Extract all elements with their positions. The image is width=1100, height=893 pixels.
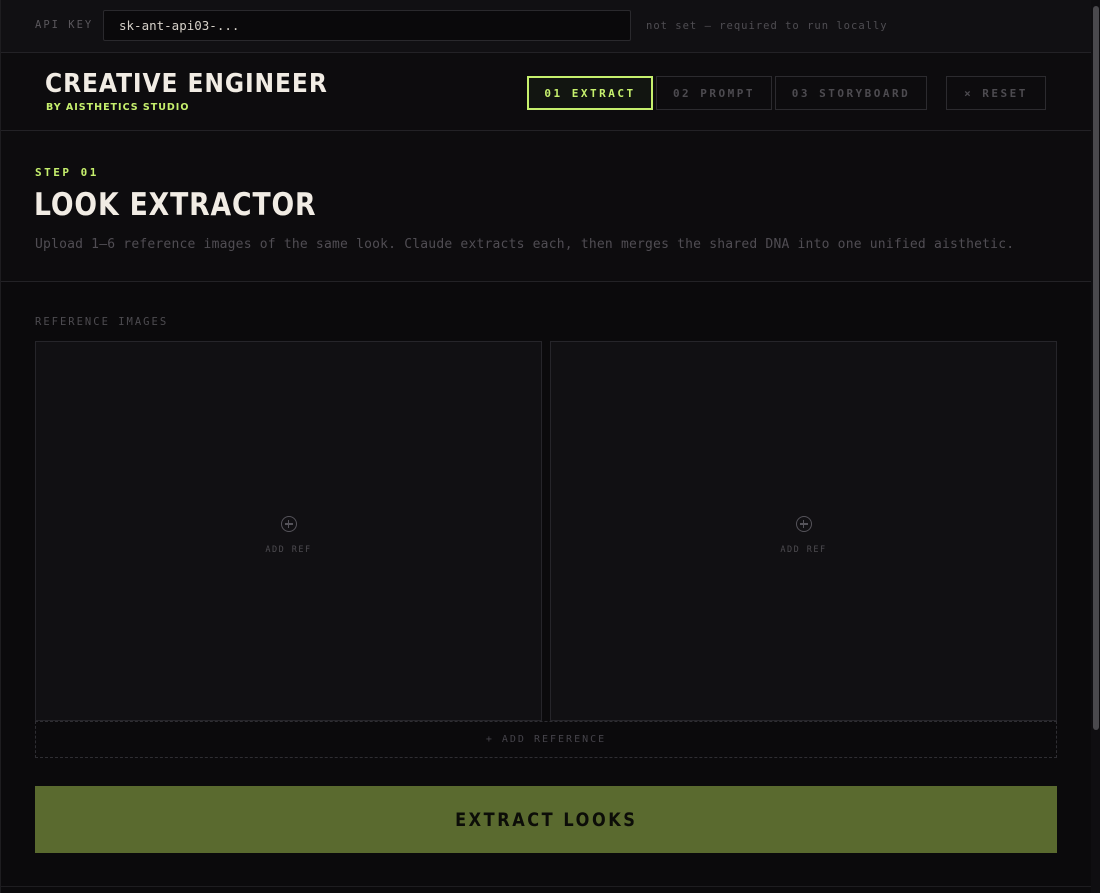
- brand-subtitle: BY AISTHETICS STUDIO: [46, 102, 190, 113]
- step-label: STEP 01: [35, 166, 99, 179]
- app-page: API KEY not set — required to run locall…: [0, 0, 1100, 893]
- reference-slot-1[interactable]: ADD REF: [35, 341, 542, 721]
- scrollbar-thumb[interactable]: [1093, 6, 1099, 730]
- step-description: Upload 1–6 reference images of the same …: [35, 237, 1015, 252]
- api-key-input[interactable]: [103, 10, 631, 41]
- step-section: STEP 01 LOOK EXTRACTOR Upload 1–6 refere…: [1, 131, 1091, 282]
- plus-circle-icon: [280, 516, 297, 532]
- reference-images-label: REFERENCE IMAGES: [35, 316, 169, 328]
- add-ref-label: ADD REF: [780, 545, 827, 555]
- add-reference-button[interactable]: + ADD REFERENCE: [35, 721, 1057, 758]
- reference-slot-2[interactable]: ADD REF: [550, 341, 1057, 721]
- app-header: CREATIVE ENGINEER BY AISTHETICS STUDIO 0…: [1, 53, 1091, 131]
- extract-looks-button[interactable]: EXTRACT LOOKS: [35, 786, 1057, 853]
- brand-title: CREATIVE ENGINEER: [45, 69, 328, 99]
- divider: [1, 886, 1091, 887]
- page-title: LOOK EXTRACTOR: [34, 187, 317, 223]
- api-key-bar: API KEY not set — required to run locall…: [1, 0, 1091, 53]
- api-key-label: API KEY: [35, 19, 94, 31]
- reference-images-section: REFERENCE IMAGES ADD REF ADD REF + ADD R…: [1, 282, 1091, 893]
- tab-storyboard[interactable]: 03 STORYBOARD: [775, 76, 927, 110]
- extract-looks-label: EXTRACT LOOKS: [454, 808, 638, 831]
- api-key-status: not set — required to run locally: [646, 20, 888, 32]
- reset-button[interactable]: × RESET: [946, 76, 1046, 110]
- tab-prompt[interactable]: 02 PROMPT: [656, 76, 772, 110]
- add-ref-label: ADD REF: [265, 545, 312, 555]
- plus-circle-icon: [795, 516, 812, 532]
- tab-extract[interactable]: 01 EXTRACT: [527, 76, 653, 110]
